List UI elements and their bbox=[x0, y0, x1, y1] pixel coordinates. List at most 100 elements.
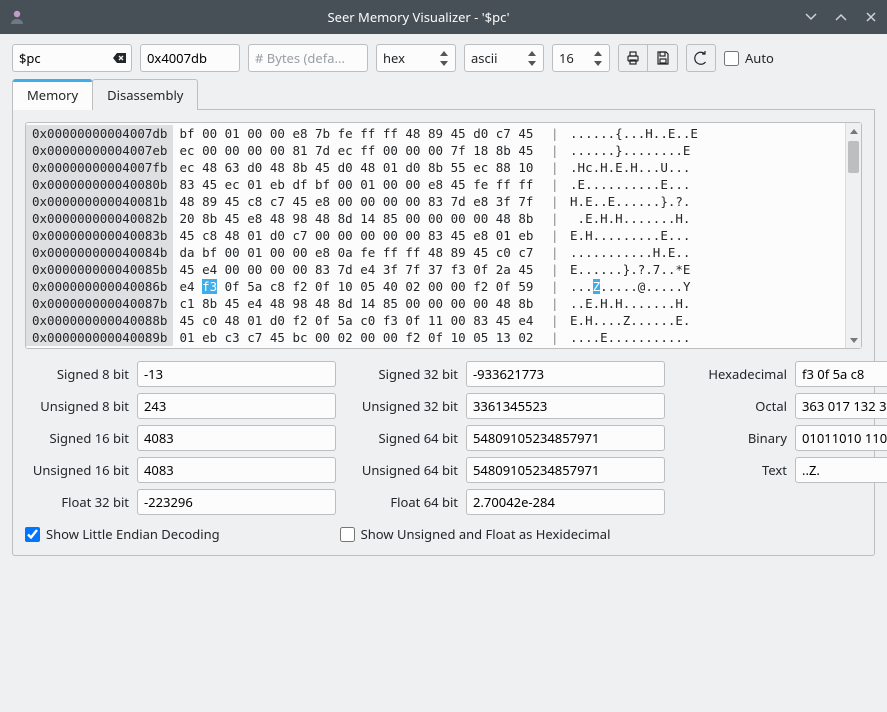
chevron-up-icon[interactable] bbox=[525, 48, 539, 58]
columns-spinbox[interactable]: 16 bbox=[552, 44, 610, 72]
hex-ascii[interactable]: .E.H.H.......H. bbox=[570, 210, 845, 227]
unsigned-64-input[interactable] bbox=[466, 457, 665, 483]
hex-ascii[interactable]: E.H.........E... bbox=[570, 227, 845, 244]
scroll-up-icon[interactable] bbox=[846, 123, 861, 139]
hex-address: 0x000000000040083b bbox=[26, 227, 173, 244]
unsigned-hex-input[interactable] bbox=[340, 527, 355, 542]
hex-row[interactable]: 0x000000000040089b01 eb c3 c7 45 bc 00 0… bbox=[26, 329, 845, 346]
hex-bytes[interactable]: 20 8b 45 e8 48 98 48 8d 14 85 00 00 00 0… bbox=[173, 210, 539, 227]
scrollbar[interactable] bbox=[845, 123, 861, 348]
hexadecimal-input[interactable] bbox=[795, 361, 887, 387]
hex-bytes[interactable]: 45 e4 00 00 00 00 83 7d e4 3f 7f 37 f3 0… bbox=[173, 261, 539, 278]
hex-row[interactable]: 0x000000000040088b45 c0 48 01 d0 f2 0f 5… bbox=[26, 312, 845, 329]
unsigned-16-input[interactable] bbox=[137, 457, 336, 483]
signed-32-field: Signed 32 bit bbox=[354, 361, 665, 387]
chevron-up-icon[interactable] bbox=[591, 48, 605, 58]
save-button[interactable] bbox=[648, 44, 678, 72]
charset-select[interactable]: ascii bbox=[464, 44, 544, 72]
unsigned-16-field: Unsigned 16 bit bbox=[25, 457, 336, 483]
signed-8-input[interactable] bbox=[137, 361, 336, 387]
hex-bytes[interactable]: 45 c8 48 01 d0 c7 00 00 00 00 00 83 45 e… bbox=[173, 227, 539, 244]
octal-input[interactable] bbox=[795, 393, 887, 419]
float-32-input[interactable] bbox=[137, 489, 336, 515]
bytes-input[interactable]: # Bytes (defa... bbox=[248, 44, 368, 72]
hex-ascii[interactable]: ...........H.E.. bbox=[570, 244, 845, 261]
hex-ascii[interactable]: ...Z.....@.....Y bbox=[570, 278, 845, 295]
hex-bytes[interactable]: 83 45 ec 01 eb df bf 00 01 00 00 e8 45 f… bbox=[173, 176, 539, 193]
hex-row[interactable]: 0x000000000040086be4 f3 0f 5a c8 f2 0f 1… bbox=[26, 278, 845, 295]
print-button[interactable] bbox=[618, 44, 648, 72]
signed-8-field: Signed 8 bit bbox=[25, 361, 336, 387]
hex-row[interactable]: 0x000000000040087bc1 8b 45 e4 48 98 48 8… bbox=[26, 295, 845, 312]
app-icon bbox=[8, 8, 26, 26]
hexadecimal-field: Hexadecimal bbox=[683, 361, 887, 387]
chevron-down-icon[interactable] bbox=[525, 58, 539, 68]
hex-ascii[interactable]: H.E..E......}.?. bbox=[570, 193, 845, 210]
hex-bytes[interactable]: 48 89 45 c8 c7 45 e8 00 00 00 00 83 7d e… bbox=[173, 193, 539, 210]
hex-bytes[interactable]: da bf 00 01 00 00 e8 0a fe ff ff 48 89 4… bbox=[173, 244, 539, 261]
unsigned-hex-checkbox[interactable]: Show Unsigned and Float as Hexidecimal bbox=[340, 525, 611, 543]
unsigned-8-input[interactable] bbox=[137, 393, 336, 419]
hex-ascii[interactable]: ..E.H.H.......H. bbox=[570, 295, 845, 312]
clear-expression-icon[interactable] bbox=[112, 51, 126, 65]
hex-bytes[interactable]: bf 00 01 00 00 e8 7b fe ff ff 48 89 45 d… bbox=[173, 125, 539, 142]
hex-row[interactable]: 0x000000000040084bda bf 00 01 00 00 e8 0… bbox=[26, 244, 845, 261]
hex-row[interactable]: 0x00000000004007ebec 00 00 00 00 81 7d e… bbox=[26, 142, 845, 159]
unsigned-8-field: Unsigned 8 bit bbox=[25, 393, 336, 419]
hex-ascii[interactable]: ......{...H..E..E bbox=[570, 125, 845, 142]
signed-16-input[interactable] bbox=[137, 425, 336, 451]
float-32-field: Float 32 bit bbox=[25, 489, 336, 515]
titlebar[interactable]: Seer Memory Visualizer - '$pc' bbox=[0, 0, 887, 34]
address-input[interactable] bbox=[140, 44, 240, 72]
refresh-button[interactable] bbox=[686, 44, 716, 72]
little-endian-input[interactable] bbox=[25, 527, 40, 542]
scroll-down-icon[interactable] bbox=[846, 332, 861, 348]
format-select[interactable]: hex bbox=[376, 44, 456, 72]
hex-address: 0x00000000004007db bbox=[26, 125, 173, 142]
little-endian-checkbox[interactable]: Show Little Endian Decoding bbox=[25, 525, 220, 543]
hex-ascii[interactable]: ....E........... bbox=[570, 329, 845, 346]
hex-ascii[interactable]: .E..........E... bbox=[570, 176, 845, 193]
hex-row[interactable]: 0x00000000004007fbec 48 63 d0 48 8b 45 d… bbox=[26, 159, 845, 176]
chevron-down-icon[interactable] bbox=[437, 58, 451, 68]
tab-disassembly[interactable]: Disassembly bbox=[92, 79, 198, 110]
hex-row[interactable]: 0x000000000040081b48 89 45 c8 c7 45 e8 0… bbox=[26, 193, 845, 210]
hex-row[interactable]: 0x000000000040080b83 45 ec 01 eb df bf 0… bbox=[26, 176, 845, 193]
auto-checkbox[interactable]: Auto bbox=[724, 49, 774, 67]
text-input[interactable] bbox=[795, 457, 887, 483]
auto-checkbox-input[interactable] bbox=[724, 51, 739, 66]
hex-bytes[interactable]: ec 00 00 00 00 81 7d ec ff 00 00 00 7f 1… bbox=[173, 142, 539, 159]
hex-ascii[interactable]: .Hc.H.E.H...U... bbox=[570, 159, 845, 176]
chevron-down-icon[interactable] bbox=[591, 58, 605, 68]
scrollbar-thumb[interactable] bbox=[848, 141, 859, 173]
hex-bytes[interactable]: ec 48 63 d0 48 8b 45 d0 48 01 d0 8b 55 e… bbox=[173, 159, 539, 176]
hex-bytes[interactable]: 45 c0 48 01 d0 f2 0f 5a c0 f3 0f 11 00 8… bbox=[173, 312, 539, 329]
hex-dump[interactable]: 0x00000000004007dbbf 00 01 00 00 e8 7b f… bbox=[26, 123, 845, 348]
chevron-up-icon[interactable] bbox=[437, 48, 451, 58]
hex-address: 0x000000000040082b bbox=[26, 210, 173, 227]
charset-value: ascii bbox=[471, 49, 497, 67]
hex-ascii[interactable]: ......}........E bbox=[570, 142, 845, 159]
maximize-icon[interactable] bbox=[833, 9, 849, 25]
hex-bytes[interactable]: 01 eb c3 c7 45 bc 00 02 00 00 f2 0f 10 0… bbox=[173, 329, 539, 346]
hex-bytes[interactable]: c1 8b 45 e4 48 98 48 8d 14 85 00 00 00 0… bbox=[173, 295, 539, 312]
minimize-icon[interactable] bbox=[803, 9, 819, 25]
signed-32-input[interactable] bbox=[466, 361, 665, 387]
tab-memory[interactable]: Memory bbox=[12, 79, 93, 110]
hex-row[interactable]: 0x000000000040082b20 8b 45 e8 48 98 48 8… bbox=[26, 210, 845, 227]
hex-row[interactable]: 0x00000000004007dbbf 00 01 00 00 e8 7b f… bbox=[26, 125, 845, 142]
hex-ascii[interactable]: E.H....Z......E. bbox=[570, 312, 845, 329]
format-value: hex bbox=[383, 49, 405, 67]
decoder-grid: Signed 8 bit Signed 32 bit Hexadecimal U… bbox=[25, 361, 862, 515]
hex-row[interactable]: 0x000000000040083b45 c8 48 01 d0 c7 00 0… bbox=[26, 227, 845, 244]
memory-pane: 0x00000000004007dbbf 00 01 00 00 e8 7b f… bbox=[12, 110, 875, 556]
hex-bytes[interactable]: e4 f3 0f 5a c8 f2 0f 10 05 40 02 00 00 f… bbox=[173, 278, 539, 295]
binary-input[interactable] bbox=[795, 425, 887, 451]
unsigned-32-input[interactable] bbox=[466, 393, 665, 419]
option-checks: Show Little Endian Decoding Show Unsigne… bbox=[25, 525, 862, 543]
signed-64-input[interactable] bbox=[466, 425, 665, 451]
hex-row[interactable]: 0x000000000040085b45 e4 00 00 00 00 83 7… bbox=[26, 261, 845, 278]
hex-ascii[interactable]: E......}.?.7..*E bbox=[570, 261, 845, 278]
float-64-input[interactable] bbox=[466, 489, 665, 515]
close-icon[interactable] bbox=[863, 9, 879, 25]
